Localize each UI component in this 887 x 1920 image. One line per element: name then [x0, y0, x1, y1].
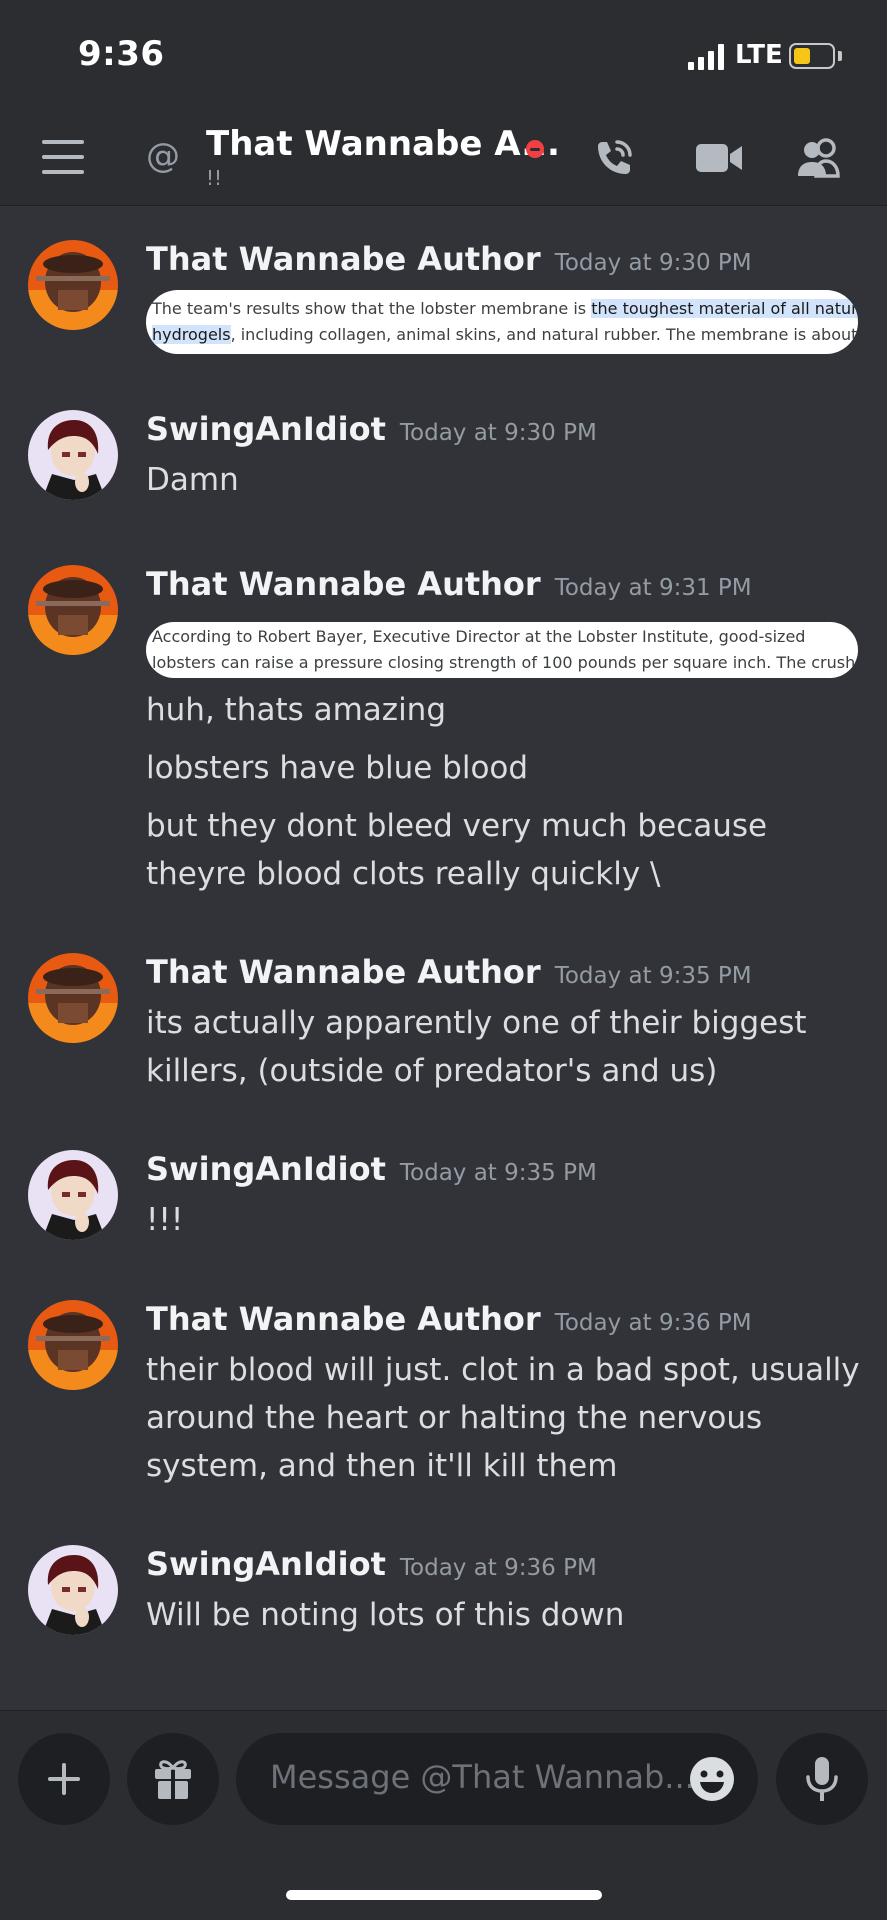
battery-tip	[838, 51, 842, 61]
attachment-text-line: According to Robert Bayer, Executive Dir…	[152, 627, 806, 646]
message-timestamp: Today at 9:30 PM	[399, 420, 597, 446]
emoji-icon[interactable]	[688, 1755, 736, 1803]
plus-icon	[48, 1763, 80, 1795]
cellular-signal-icon	[688, 44, 728, 70]
author-avatar-image	[28, 953, 118, 1043]
members-icon[interactable]	[794, 134, 842, 182]
author-name[interactable]: SwingAnIdiot	[146, 410, 386, 448]
message-timestamp: Today at 9:35 PM	[554, 963, 752, 989]
message-composer: Message @That Wannab...	[0, 1710, 887, 1920]
message-text: Will be noting lots of this down	[146, 1597, 625, 1633]
at-sign-icon: @	[146, 136, 180, 176]
image-attachment[interactable]: The team's results show that the lobster…	[146, 290, 858, 354]
attachment-text-line: hydrogels, including collagen, animal sk…	[152, 325, 858, 344]
image-attachment[interactable]: According to Robert Bayer, Executive Dir…	[146, 622, 858, 678]
channel-header: @ That Wannabe A... !!	[0, 110, 887, 206]
status-time: 9:36	[78, 34, 165, 74]
gift-button[interactable]	[127, 1733, 219, 1825]
channel-status: !!	[206, 166, 223, 190]
message-text: its actually apparently one of their big…	[146, 1005, 807, 1041]
avatar[interactable]	[28, 240, 118, 330]
message-text: huh, thats amazing	[146, 692, 447, 728]
message-input-placeholder: Message @That Wannab...	[270, 1758, 695, 1796]
author-name[interactable]: That Wannabe Author	[146, 953, 541, 991]
message-timestamp: Today at 9:36 PM	[554, 1310, 752, 1336]
message-text: !!!	[146, 1202, 184, 1238]
message-text: system, and then it'll kill them	[146, 1448, 618, 1484]
author-name[interactable]: SwingAnIdiot	[146, 1150, 386, 1188]
microphone-icon	[806, 1757, 838, 1801]
avatar[interactable]	[28, 410, 118, 500]
avatar[interactable]	[28, 1545, 118, 1635]
message-list[interactable]: That Wannabe Author Today at 9:30 PM The …	[0, 207, 887, 1710]
author-avatar-image	[28, 410, 118, 500]
message-input[interactable]: Message @That Wannab...	[236, 1733, 758, 1825]
battery-level	[794, 48, 810, 64]
author-avatar-image	[28, 565, 118, 655]
avatar[interactable]	[28, 953, 118, 1043]
message-text: theyre blood clots really quickly \	[146, 856, 661, 892]
message-timestamp: Today at 9:30 PM	[554, 250, 752, 276]
message-text: but they dont bleed very much because	[146, 808, 768, 844]
author-name[interactable]: SwingAnIdiot	[146, 1545, 386, 1583]
avatar[interactable]	[28, 565, 118, 655]
network-type: LTE	[735, 40, 783, 70]
video-camera-icon[interactable]	[694, 134, 742, 182]
status-bar: 9:36 LTE	[0, 0, 887, 110]
phone-call-icon[interactable]	[590, 134, 638, 182]
author-avatar-image	[28, 1300, 118, 1390]
channel-name[interactable]: That Wannabe A...	[206, 124, 560, 164]
author-name[interactable]: That Wannabe Author	[146, 565, 541, 603]
avatar[interactable]	[28, 1300, 118, 1390]
message-text: around the heart or halting the nervous	[146, 1400, 763, 1436]
attachment-text-line: The team's results show that the lobster…	[152, 296, 858, 322]
author-name[interactable]: That Wannabe Author	[146, 1300, 541, 1338]
attachment-text-line: lobsters can raise a pressure closing st…	[152, 653, 858, 672]
message-timestamp: Today at 9:31 PM	[554, 575, 752, 601]
message-text: killers, (outside of predator's and us)	[146, 1053, 718, 1089]
message-timestamp: Today at 9:36 PM	[399, 1555, 597, 1581]
message-text: lobsters have blue blood	[146, 750, 529, 786]
battery-icon	[789, 43, 835, 69]
hamburger-menu-icon[interactable]	[42, 140, 84, 174]
home-indicator[interactable]	[286, 1890, 602, 1900]
author-avatar-image	[28, 1150, 118, 1240]
message-text: Damn	[146, 462, 239, 498]
author-name[interactable]: That Wannabe Author	[146, 240, 541, 278]
message-text: their blood will just. clot in a bad spo…	[146, 1352, 860, 1388]
gift-icon	[155, 1760, 191, 1799]
avatar[interactable]	[28, 1150, 118, 1240]
author-avatar-image	[28, 1545, 118, 1635]
message-timestamp: Today at 9:35 PM	[399, 1160, 597, 1186]
add-attachment-button[interactable]	[18, 1733, 110, 1825]
author-avatar-image	[28, 240, 118, 330]
voice-message-button[interactable]	[776, 1733, 868, 1825]
do-not-disturb-icon	[526, 140, 544, 158]
